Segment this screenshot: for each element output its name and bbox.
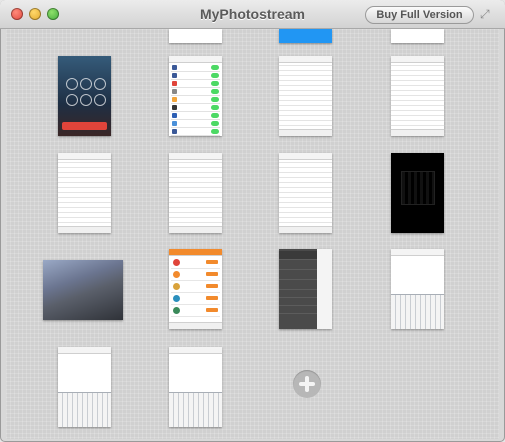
thumbnail-article[interactable]	[58, 153, 111, 233]
end-call-bar	[62, 122, 107, 130]
thumbnail-partial[interactable]	[169, 29, 222, 43]
thumbnail-article[interactable]	[391, 56, 444, 136]
photo-grid	[6, 29, 499, 439]
thumbnail-call-screen[interactable]	[58, 56, 111, 136]
thumbnail-app-list[interactable]	[169, 249, 222, 329]
call-button-shape	[66, 94, 78, 106]
thumbnail-side-menu[interactable]	[279, 249, 332, 329]
thumbnail-article[interactable]	[279, 56, 332, 136]
nav-bar	[169, 56, 222, 63]
app-window: MyPhotostream Buy Full Version ⤢	[0, 0, 505, 442]
thumbnail-keyboard[interactable]	[391, 249, 444, 329]
thumbnail-keyboard[interactable]	[58, 347, 111, 427]
thumbnail-partial[interactable]	[391, 29, 444, 43]
thumbnail-settings[interactable]	[169, 56, 222, 136]
call-button-shape	[80, 78, 92, 90]
thumbnail-black-screen[interactable]	[391, 153, 444, 233]
call-button-shape	[94, 94, 106, 106]
thumbnail-keyboard[interactable]	[169, 347, 222, 427]
title-bar: MyPhotostream Buy Full Version ⤢	[0, 0, 505, 29]
add-icon[interactable]	[293, 370, 321, 398]
thumbnail-article[interactable]	[279, 153, 332, 233]
call-button-shape	[66, 78, 78, 90]
call-button-shape	[94, 78, 106, 90]
call-button-shape	[80, 94, 92, 106]
buy-full-version-button[interactable]: Buy Full Version	[365, 6, 474, 24]
thumbnail-partial[interactable]	[279, 29, 332, 43]
dark-pattern	[401, 171, 435, 205]
fullscreen-icon[interactable]: ⤢	[480, 8, 494, 20]
thumbnail-building-photo[interactable]	[43, 260, 123, 320]
thumbnail-article[interactable]	[169, 153, 222, 233]
